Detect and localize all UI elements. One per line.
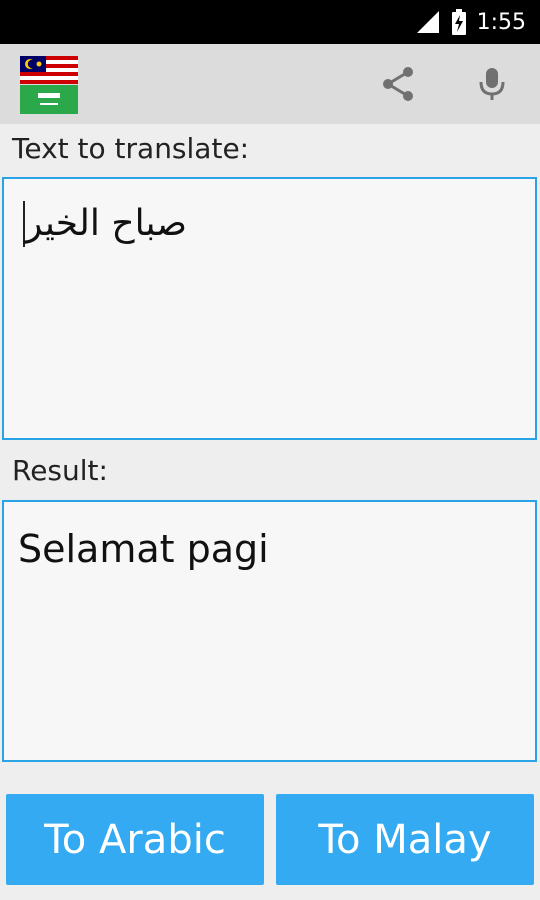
battery-icon — [451, 9, 466, 35]
share-button[interactable] — [376, 62, 420, 106]
saudi-flag-icon — [20, 85, 78, 114]
source-text-input[interactable]: صباح الخير — [2, 177, 537, 440]
result-text-area[interactable]: Selamat pagi — [2, 500, 537, 762]
status-bar: 1:55 — [0, 0, 540, 44]
status-time: 1:55 — [476, 9, 526, 35]
result-text-value: Selamat pagi — [18, 527, 269, 571]
source-text-value: صباح الخير — [22, 201, 187, 247]
to-malay-button[interactable]: To Malay — [276, 794, 534, 885]
source-label: Text to translate: — [12, 132, 250, 165]
result-label: Result: — [12, 454, 108, 487]
app-bar — [0, 44, 540, 124]
signal-icon — [416, 11, 439, 33]
microphone-icon — [479, 68, 505, 100]
share-icon — [383, 67, 413, 101]
malaysia-flag-icon — [20, 56, 78, 84]
to-arabic-button[interactable]: To Arabic — [6, 794, 264, 885]
microphone-button[interactable] — [470, 62, 514, 106]
app-logo[interactable] — [20, 56, 78, 114]
